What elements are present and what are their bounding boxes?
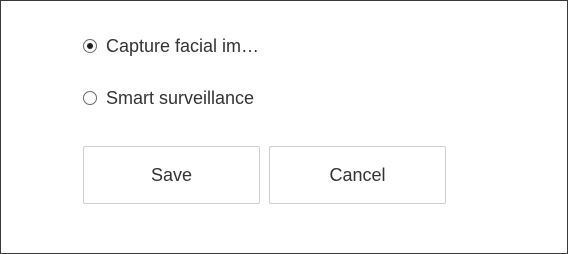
option-capture-facial-images[interactable]: Capture facial im… [83,35,259,57]
option-label: Capture facial im… [106,35,260,56]
cancel-button[interactable]: Cancel [269,146,446,204]
radio-selected-icon[interactable] [83,39,97,53]
settings-panel: Capture facial im… Smart surveillance Sa… [0,0,568,254]
save-button[interactable]: Save [83,146,260,204]
option-label: Smart surveillance [106,87,255,108]
radio-unselected-icon[interactable] [83,91,97,105]
option-smart-surveillance[interactable]: Smart surveillance [83,87,254,109]
